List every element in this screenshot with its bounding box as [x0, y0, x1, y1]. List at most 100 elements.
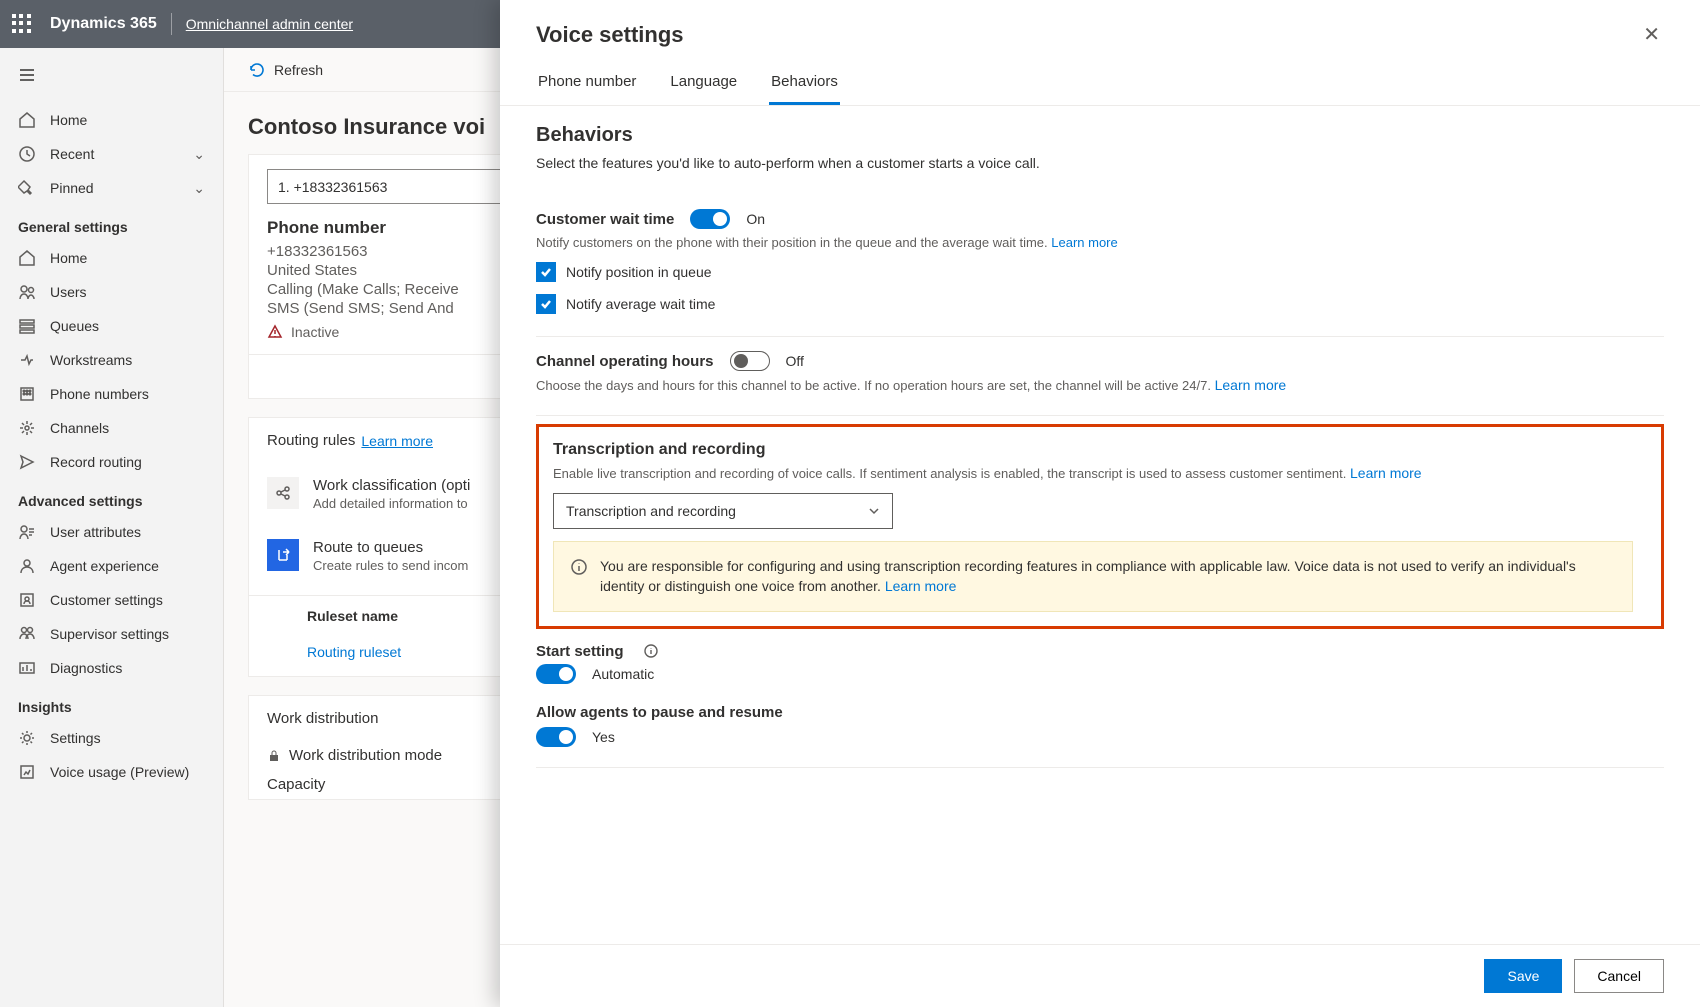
app-launcher-icon[interactable] [12, 14, 32, 34]
notify-position-label: Notify position in queue [566, 264, 712, 280]
cwt-state: On [746, 211, 765, 227]
notice-text: You are responsible for configuring and … [600, 558, 1576, 594]
cancel-button[interactable]: Cancel [1574, 959, 1664, 993]
nav-channels[interactable]: Channels [0, 411, 223, 445]
brand-name: Dynamics 365 [50, 15, 157, 33]
close-button[interactable]: ✕ [1639, 18, 1664, 51]
pause-state: Yes [592, 729, 615, 745]
nav-label: User attributes [50, 524, 141, 540]
nav-voice-usage[interactable]: Voice usage (Preview) [0, 755, 223, 789]
cwt-desc: Notify customers on the phone with their… [536, 235, 1664, 250]
notify-position-checkbox[interactable] [536, 262, 556, 282]
coh-toggle[interactable] [730, 351, 770, 371]
nav-record-routing[interactable]: Record routing [0, 445, 223, 479]
share-icon [267, 477, 299, 509]
rq-title: Route to queues [313, 539, 468, 556]
collapse-nav-button[interactable] [0, 60, 223, 103]
nav-agent-experience[interactable]: Agent experience [0, 549, 223, 583]
coh-label: Channel operating hours [536, 353, 714, 370]
trans-learn-more[interactable]: Learn more [1350, 465, 1422, 481]
behaviors-subheading: Select the features you'd like to auto-p… [536, 155, 1664, 171]
left-nav: Home Recent⌄ Pinned⌄ General settings Ho… [0, 48, 224, 1007]
nav-label: Agent experience [50, 558, 159, 574]
nav-label: Diagnostics [50, 660, 122, 676]
panel-footer: Save Cancel [500, 944, 1700, 1007]
channel-operating-hours-block: Channel operating hours Off Choose the d… [536, 337, 1664, 416]
start-toggle[interactable] [536, 664, 576, 684]
nav-section-insights: Insights [0, 685, 223, 721]
nav-label: Record routing [50, 454, 142, 470]
start-state: Automatic [592, 666, 654, 682]
nav-recent[interactable]: Recent⌄ [0, 137, 223, 171]
tab-language[interactable]: Language [668, 61, 739, 105]
panel-body[interactable]: Behaviors Select the features you'd like… [500, 106, 1700, 944]
nav-users[interactable]: Users [0, 275, 223, 309]
notice-learn-more[interactable]: Learn more [885, 578, 957, 594]
divider [171, 13, 172, 35]
info-icon [570, 558, 588, 576]
save-button[interactable]: Save [1484, 959, 1562, 993]
notify-average-checkbox[interactable] [536, 294, 556, 314]
pause-toggle[interactable] [536, 727, 576, 747]
nav-label: Phone numbers [50, 386, 149, 402]
pause-resume-block: Allow agents to pause and resume Yes [536, 694, 1664, 767]
pause-label: Allow agents to pause and resume [536, 704, 1664, 721]
nav-queues[interactable]: Queues [0, 309, 223, 343]
customer-wait-time-block: Customer wait time On Notify customers o… [536, 195, 1664, 337]
warning-icon [267, 324, 283, 340]
routing-learn-more-link[interactable]: Learn more [361, 433, 433, 449]
start-setting-block: Start setting Automatic [536, 629, 1664, 694]
notify-average-label: Notify average wait time [566, 296, 715, 312]
trans-desc: Enable live transcription and recording … [553, 465, 1633, 481]
nav-pinned[interactable]: Pinned⌄ [0, 171, 223, 205]
refresh-icon [248, 61, 266, 79]
ruleset-link[interactable]: Routing ruleset [307, 644, 401, 660]
chevron-down-icon [868, 505, 880, 517]
nav-label: Pinned [50, 180, 94, 196]
nav-label: Supervisor settings [50, 626, 169, 642]
route-icon [267, 539, 299, 571]
nav-home[interactable]: Home [0, 103, 223, 137]
info-icon [644, 644, 658, 658]
nav-label: Voice usage (Preview) [50, 764, 189, 780]
nav-phone-numbers[interactable]: Phone numbers [0, 377, 223, 411]
cwt-learn-more[interactable]: Learn more [1051, 235, 1117, 250]
routing-rules-title: Routing rules [267, 432, 355, 449]
nav-label: Channels [50, 420, 109, 436]
nav-supervisor-settings[interactable]: Supervisor settings [0, 617, 223, 651]
nav-label: Workstreams [50, 352, 132, 368]
coh-desc: Choose the days and hours for this chann… [536, 377, 1664, 393]
status-text: Inactive [291, 324, 339, 340]
dropdown-value: Transcription and recording [566, 503, 736, 519]
nav-label: Home [50, 250, 87, 266]
nav-user-attributes[interactable]: User attributes [0, 515, 223, 549]
nav-customer-settings[interactable]: Customer settings [0, 583, 223, 617]
coh-learn-more[interactable]: Learn more [1215, 377, 1287, 393]
behaviors-heading: Behaviors [536, 124, 1664, 147]
nav-general-home[interactable]: Home [0, 241, 223, 275]
tab-phone-number[interactable]: Phone number [536, 61, 638, 105]
admin-center-link[interactable]: Omnichannel admin center [186, 16, 353, 32]
refresh-button[interactable]: Refresh [274, 62, 323, 78]
tab-behaviors[interactable]: Behaviors [769, 61, 840, 105]
nav-section-general: General settings [0, 205, 223, 241]
notify-position-row: Notify position in queue [536, 262, 1664, 282]
coh-desc-text: Choose the days and hours for this chann… [536, 378, 1215, 393]
lock-icon [267, 749, 281, 763]
transcription-dropdown[interactable]: Transcription and recording [553, 493, 893, 529]
cwt-toggle[interactable] [690, 209, 730, 229]
nav-insights-settings[interactable]: Settings [0, 721, 223, 755]
voice-settings-panel: Voice settings ✕ Phone number Language B… [500, 0, 1700, 1007]
nav-label: Users [50, 284, 87, 300]
coh-state: Off [786, 353, 804, 369]
nav-diagnostics[interactable]: Diagnostics [0, 651, 223, 685]
cwt-label: Customer wait time [536, 211, 674, 228]
panel-title: Voice settings [536, 22, 684, 48]
nav-workstreams[interactable]: Workstreams [0, 343, 223, 377]
notify-average-row: Notify average wait time [536, 294, 1664, 314]
nav-label: Home [50, 112, 87, 128]
cwt-desc-text: Notify customers on the phone with their… [536, 235, 1051, 250]
nav-label: Customer settings [50, 592, 163, 608]
trans-desc-text: Enable live transcription and recording … [553, 466, 1350, 481]
nav-label: Recent [50, 146, 94, 162]
